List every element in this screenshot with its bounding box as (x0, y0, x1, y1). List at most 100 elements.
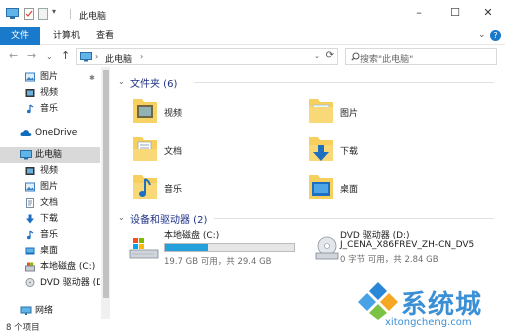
search-icon (351, 52, 360, 61)
collapse-group-icon[interactable]: ⌄ (118, 77, 125, 86)
search-box[interactable]: 搜索"此电脑" (345, 48, 497, 65)
tile-label: 图片 (340, 109, 359, 119)
sidebar-item-onedrive[interactable]: OneDrive (0, 125, 100, 141)
properties-icon[interactable] (24, 8, 34, 20)
sidebar-item-pictures-pinned[interactable]: 图片 ✱ (0, 69, 100, 85)
customize-quick-access-icon[interactable]: ▾ (52, 7, 56, 19)
pictures-folder-icon (309, 99, 333, 123)
sidebar-item-music[interactable]: 音乐 (0, 227, 100, 243)
downloads-folder-icon (309, 137, 333, 161)
minimize-button[interactable]: – (404, 4, 434, 22)
back-button[interactable]: ← (9, 49, 18, 63)
sidebar-item-label: 本地磁盘 (C:) (40, 262, 96, 272)
music-icon (27, 230, 34, 240)
sidebar-item-label: 图片 (40, 72, 59, 82)
sidebar-item-videos-pinned[interactable]: 视频 (0, 85, 100, 101)
folder-tile-videos[interactable]: 视频 (132, 95, 292, 131)
sidebar-item-label: 网络 (35, 306, 54, 316)
folder-tile-music[interactable]: 音乐 (132, 171, 292, 207)
sidebar-item-local-disk-c[interactable]: 本地磁盘 (C:) (0, 259, 100, 275)
pin-icon: ✱ (89, 74, 95, 82)
recent-locations-button[interactable]: ⌄ (46, 50, 53, 64)
this-pc-icon (80, 52, 92, 62)
tile-label: 下载 (340, 147, 359, 157)
sidebar-item-pictures[interactable]: 图片 (0, 179, 100, 195)
sidebar-item-desktop[interactable]: 桌面 (0, 243, 100, 259)
sidebar-item-label: 文档 (40, 198, 59, 208)
forward-button[interactable]: → (27, 49, 36, 63)
tile-label: 音乐 (164, 185, 183, 195)
title-separator (70, 9, 71, 19)
close-button[interactable]: ✕ (473, 4, 503, 22)
ribbon: 文件 计算机 查看 ⌄ ? (0, 27, 505, 45)
watermark: 系统城 xitongcheng.com (355, 280, 505, 334)
sidebar-item-label: 视频 (40, 88, 59, 98)
drive-capacity: 19.7 GB 可用，共 29.4 GB (164, 257, 272, 267)
tab-view[interactable]: 查看 (96, 27, 114, 45)
this-pc-icon (20, 150, 32, 160)
up-button[interactable]: ↑ (61, 49, 70, 63)
desktop-folder-icon (309, 175, 333, 199)
drive-volume-label: J_CENA_X86FREV_ZH-CN_DV5 (340, 240, 475, 250)
tile-label: 桌面 (340, 185, 359, 195)
sidebar-item-documents[interactable]: 文档 (0, 195, 100, 211)
sidebar-item-network[interactable]: 网络 (0, 303, 100, 319)
drive-usage-bar (164, 243, 295, 252)
sidebar-item-music-pinned[interactable]: 音乐 (0, 101, 100, 117)
drive-tile-local-disk-c[interactable]: 本地磁盘 (C:) 19.7 GB 可用，共 29.4 GB (128, 228, 318, 268)
devices-group-heading[interactable]: 设备和驱动器 (2) (130, 211, 207, 226)
tile-label: 视频 (164, 109, 183, 119)
sidebar-item-label: OneDrive (35, 128, 78, 138)
folders-group-heading[interactable]: 文件夹 (6) (130, 75, 177, 90)
address-dropdown-icon[interactable]: ⌄ (314, 52, 320, 60)
sidebar-item-videos[interactable]: 视频 (0, 163, 100, 179)
sidebar-item-downloads[interactable]: 下载 (0, 211, 100, 227)
videos-icon (25, 89, 35, 97)
sidebar-item-dvd-drive-d[interactable]: DVD 驱动器 (D: (0, 275, 100, 291)
search-placeholder: 搜索"此电脑" (360, 55, 414, 65)
watermark-brand: 系统城 (401, 290, 483, 320)
tab-computer[interactable]: 计算机 (53, 27, 80, 45)
music-folder-icon (133, 175, 157, 199)
sidebar-item-label: 音乐 (40, 230, 59, 240)
documents-icon (26, 198, 34, 208)
videos-icon (25, 167, 35, 175)
navigation-pane: 图片 ✱ 视频 音乐 OneDrive 此电脑 视频 图片 文档 下载 音乐 桌… (0, 67, 100, 319)
new-folder-icon[interactable] (38, 8, 48, 20)
sidebar-scrollbar-thumb[interactable] (103, 70, 109, 298)
sidebar-item-label: 下载 (40, 214, 59, 224)
refresh-icon[interactable]: ⟳ (326, 50, 334, 61)
folder-tile-desktop[interactable]: 桌面 (308, 171, 468, 207)
music-icon (27, 104, 34, 114)
folder-tile-documents[interactable]: 文档 (132, 133, 292, 169)
sidebar-item-this-pc[interactable]: 此电脑 (0, 147, 100, 163)
brand-logo-icon (358, 282, 398, 320)
breadcrumb-this-pc[interactable]: 此电脑 (105, 52, 132, 65)
sidebar-item-label: 桌面 (40, 246, 59, 256)
tab-file[interactable]: 文件 (0, 27, 40, 45)
drive-tile-dvd-d[interactable]: DVD 驱动器 (D:) J_CENA_X86FREV_ZH-CN_DV5 0 … (314, 228, 504, 268)
address-bar[interactable]: › 此电脑 › ⌄ ⟳ (76, 48, 338, 65)
collapse-group-icon[interactable]: ⌄ (118, 213, 125, 222)
sidebar-item-label: 视频 (40, 166, 59, 176)
breadcrumb-separator[interactable]: › (140, 52, 143, 61)
downloads-icon (26, 214, 34, 224)
watermark-url: xitongcheng.com (385, 317, 472, 328)
item-count: 8 个项目 (6, 323, 40, 333)
drive-name: 本地磁盘 (C:) (164, 231, 220, 241)
dvd-drive-icon (25, 278, 35, 287)
expand-ribbon-icon[interactable]: ⌄ (478, 30, 486, 40)
pictures-icon (25, 182, 35, 192)
breadcrumb-separator[interactable]: › (95, 52, 98, 61)
sidebar-item-label: DVD 驱动器 (D: (40, 278, 100, 288)
folder-tile-downloads[interactable]: 下载 (308, 133, 468, 169)
folder-tile-pictures[interactable]: 图片 (308, 95, 468, 131)
maximize-button[interactable]: ☐ (440, 4, 470, 22)
help-icon[interactable]: ? (490, 30, 501, 41)
sidebar-item-label: 图片 (40, 182, 59, 192)
local-disk-icon (129, 238, 159, 259)
drive-usage-fill (165, 244, 208, 251)
window-title: 此电脑 (79, 12, 107, 22)
local-disk-icon (25, 262, 35, 272)
this-pc-icon[interactable] (6, 8, 19, 20)
